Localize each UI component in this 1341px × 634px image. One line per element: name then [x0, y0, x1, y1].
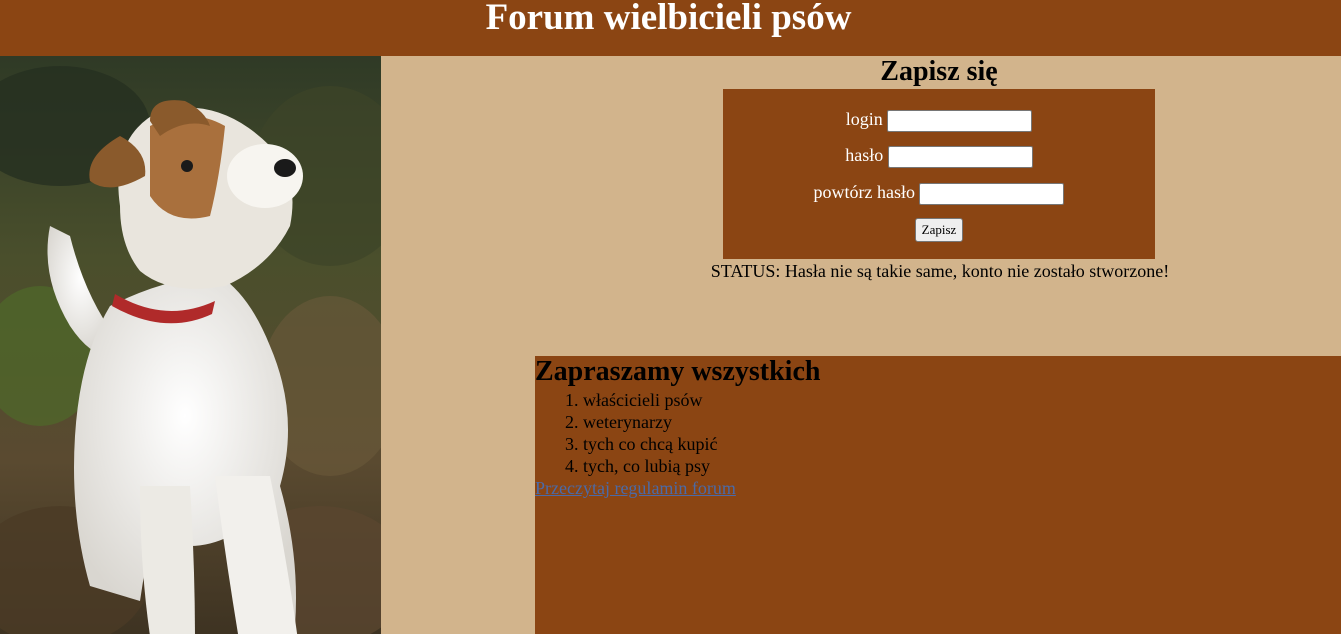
invite-list: właścicieli psów weterynarzy tych co chc… [535, 389, 717, 477]
submit-row: Zapisz [723, 216, 1155, 242]
repeat-password-row: powtórz hasło [723, 180, 1155, 205]
list-item: weterynarzy [583, 411, 717, 433]
rules-link[interactable]: Przeczytaj regulamin forum [535, 477, 736, 499]
login-label: login [845, 109, 883, 129]
signup-title: Zapisz się [880, 56, 998, 87]
header-bar: Forum wielbicieli psów [0, 0, 1341, 56]
site-title: Forum wielbicieli psów [485, 0, 852, 38]
repeat-password-label: powtórz hasło [813, 182, 915, 202]
password-row: hasło [723, 143, 1155, 168]
dog-photo [0, 56, 381, 634]
password-label: hasło [845, 145, 884, 165]
list-item: tych co chcą kupić [583, 433, 717, 455]
signup-form: login hasło powtórz hasło Zapisz [723, 89, 1155, 259]
invite-section: Zapraszamy wszystkich właścicieli psów w… [535, 356, 1341, 634]
password-field[interactable] [887, 145, 1033, 168]
list-item: właścicieli psów [583, 389, 717, 411]
status-message: STATUS: Hasła nie są takie same, konto n… [710, 261, 1170, 281]
login-row: login [723, 107, 1155, 132]
submit-button[interactable]: Zapisz [914, 218, 964, 242]
repeat-password-field[interactable] [919, 182, 1065, 205]
invite-title: Zapraszamy wszystkich [535, 356, 821, 387]
login-field[interactable] [887, 109, 1033, 132]
list-item: tych, co lubią psy [583, 455, 717, 477]
